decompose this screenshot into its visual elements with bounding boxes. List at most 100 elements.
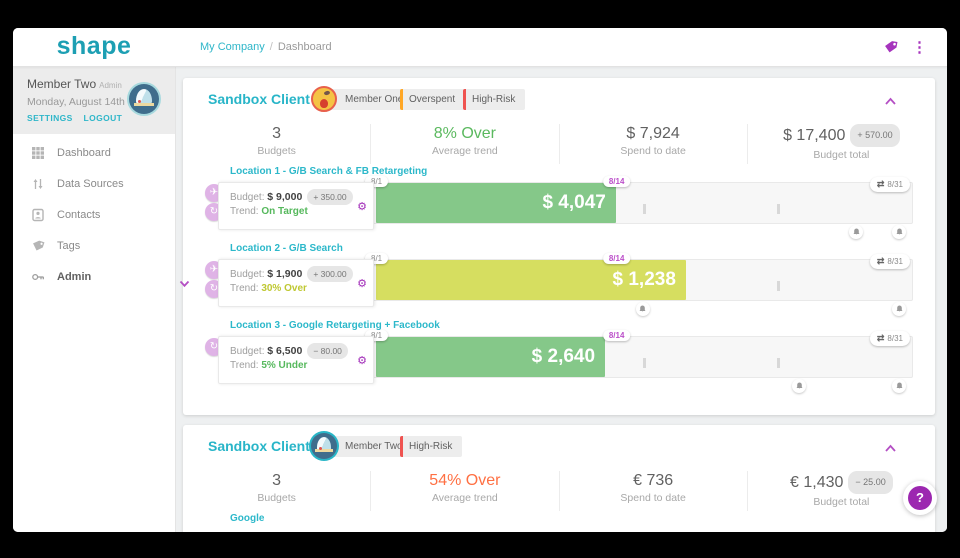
- today-badge: 8/14: [602, 330, 631, 341]
- budget-title[interactable]: Location 3 - Google Retargeting + Facebo…: [230, 320, 935, 331]
- trend-value: 5% Under: [261, 360, 308, 371]
- bell-icon[interactable]: [892, 379, 907, 393]
- swap-icon: ⇄: [876, 179, 885, 189]
- client-title[interactable]: Sandbox Client 2: [208, 438, 322, 454]
- chip-color-bar: [400, 436, 403, 457]
- budget-title[interactable]: Location 1 - G/B Search & FB Retargeting: [230, 166, 935, 177]
- logout-link[interactable]: LOGOUT: [83, 113, 122, 123]
- user-role: Admin: [99, 81, 122, 90]
- status-chip-overspent: Overspent: [400, 89, 466, 110]
- bell-icon[interactable]: [849, 225, 864, 239]
- stat-label: Spend to date: [620, 492, 686, 504]
- budget-label: Budget:: [230, 346, 265, 357]
- axis-tick: [777, 281, 781, 291]
- member-two-avatar: [311, 433, 337, 459]
- avatar: [129, 84, 159, 114]
- client-card-sandbox-1: Sandbox Client 1 Member One Overspent Hi…: [183, 78, 935, 415]
- stat-label: Average trend: [431, 145, 498, 157]
- budget-row: Location 1 - G/B Search & FB Retargeting…: [183, 166, 935, 240]
- client-stats-row: 3 Budgets 54% Over Average trend € 736 S…: [183, 471, 935, 511]
- dashboard-icon: [32, 147, 44, 159]
- budget-label: Budget:: [230, 269, 265, 280]
- stat-adjust-pill: − 25.00: [848, 471, 893, 494]
- client-card-sandbox-2: Sandbox Client 2 Member Two High-Risk 3 …: [183, 425, 935, 532]
- stat-label: Average trend: [431, 492, 498, 504]
- budget-amount: $ 9,000: [267, 191, 303, 203]
- main-content: Sandbox Client 1 Member One Overspent Hi…: [175, 66, 947, 532]
- sidebar-item-admin[interactable]: Admin: [13, 262, 190, 293]
- gear-icon[interactable]: ⚙: [357, 202, 367, 213]
- kebab-menu-icon[interactable]: ⋮: [912, 28, 927, 66]
- period-end-pill[interactable]: ⇄ 8/31: [869, 254, 910, 269]
- swap-icon: ⇄: [876, 333, 885, 343]
- client-title[interactable]: Sandbox Client 1: [208, 91, 322, 107]
- budget-info-panel: Budget: $ 9,000 + 350.00 Trend: On Target…: [218, 182, 374, 230]
- spend-amount: $ 1,238: [612, 269, 676, 290]
- bell-icon[interactable]: [635, 302, 650, 316]
- status-chip-label: Overspent: [409, 94, 456, 105]
- stat-value: € 1,430: [790, 474, 844, 491]
- budget-title[interactable]: Google: [230, 513, 935, 524]
- member-chip-label: Member One: [345, 94, 404, 105]
- stat-label: Spend to date: [620, 145, 686, 157]
- stat-value: 3: [272, 472, 282, 489]
- client-stats-row: 3 Budgets 8% Over Average trend $ 7,924 …: [183, 124, 935, 164]
- chevron-up-icon[interactable]: [884, 93, 897, 111]
- breadcrumb: My Company / Dashboard: [200, 28, 332, 66]
- budget-title[interactable]: Location 2 - G/B Search: [230, 243, 935, 254]
- budget-info-panel: Budget: $ 6,500 − 80.00 Trend: 5% Under ⚙: [218, 336, 374, 384]
- chevron-up-icon[interactable]: [884, 440, 897, 458]
- gear-icon[interactable]: ⚙: [357, 356, 367, 367]
- tag-icon[interactable]: [883, 28, 899, 66]
- breadcrumb-page: Dashboard: [277, 41, 332, 53]
- budget-info-panel: Budget: $ 1,900 + 300.00 Trend: 30% Over …: [218, 259, 374, 307]
- bell-icon[interactable]: [792, 379, 807, 393]
- budget-adjust-pill: + 350.00: [307, 189, 353, 205]
- budget-row: Google: [183, 513, 935, 532]
- status-chip-label: High-Risk: [472, 94, 516, 105]
- bell-icon[interactable]: [892, 302, 907, 316]
- period-end-pill[interactable]: ⇄ 8/31: [869, 177, 910, 192]
- gear-icon[interactable]: ⚙: [357, 279, 367, 290]
- today-badge: 8/14: [602, 253, 631, 264]
- member-chip-label: Member Two: [345, 441, 403, 452]
- key-icon: [32, 273, 44, 281]
- breadcrumb-company[interactable]: My Company: [200, 41, 265, 53]
- axis-tick: [777, 204, 781, 214]
- stat-label: Budgets: [257, 145, 296, 157]
- axis-tick: [777, 358, 781, 368]
- stat-value: 54% Over: [429, 472, 501, 489]
- spend-amount: $ 2,640: [531, 346, 596, 367]
- sidebar-user-block: Member Two Admin Monday, August 14th SETT…: [13, 66, 175, 134]
- question-mark-icon: ?: [908, 486, 932, 510]
- avatar-dot: [138, 99, 141, 103]
- budget-track: $ 4,047 8/1 8/14 ⇄ 8/31 Budget: $ 9,000 + …: [218, 176, 913, 230]
- settings-link[interactable]: SETTINGS: [27, 113, 73, 123]
- sidebar-item-tags[interactable]: Tags: [13, 231, 175, 262]
- budget-adjust-pill: + 300.00: [307, 266, 353, 282]
- status-chip-label: High-Risk: [409, 441, 453, 452]
- sidebar-item-dashboard[interactable]: Dashboard: [13, 138, 175, 169]
- alert-markers: [372, 225, 913, 239]
- chip-color-bar: [463, 89, 466, 110]
- spend-bar: $ 4,047: [376, 183, 616, 223]
- trend-label: Trend:: [230, 360, 259, 371]
- budget-amount: $ 6,500: [267, 345, 303, 357]
- bell-icon[interactable]: [892, 225, 907, 239]
- stat-budgets: 3 Budgets: [183, 471, 370, 511]
- period-end-pill[interactable]: ⇄ 8/31: [869, 331, 910, 346]
- sidebar-item-data-sources[interactable]: Data Sources: [13, 169, 175, 200]
- contacts-icon: [32, 208, 44, 222]
- stat-label: Budgets: [257, 492, 296, 504]
- alert-markers: [372, 302, 913, 316]
- sidebar-menu: Dashboard Data Sources Contacts Tags Adm…: [13, 134, 190, 293]
- help-button[interactable]: ?: [903, 481, 937, 515]
- user-name: Member Two: [27, 77, 97, 91]
- sidebar-item-contacts[interactable]: Contacts: [13, 200, 175, 231]
- budget-amount: $ 1,900: [267, 268, 303, 280]
- spend-bar: $ 2,640: [376, 337, 606, 377]
- avatar-detail: [320, 98, 329, 108]
- stat-budget-total: $ 17,400 + 570.00 Budget total: [746, 124, 935, 164]
- avatar-base: [315, 449, 333, 453]
- budget-row: Location 3 - Google Retargeting + Facebo…: [183, 320, 935, 394]
